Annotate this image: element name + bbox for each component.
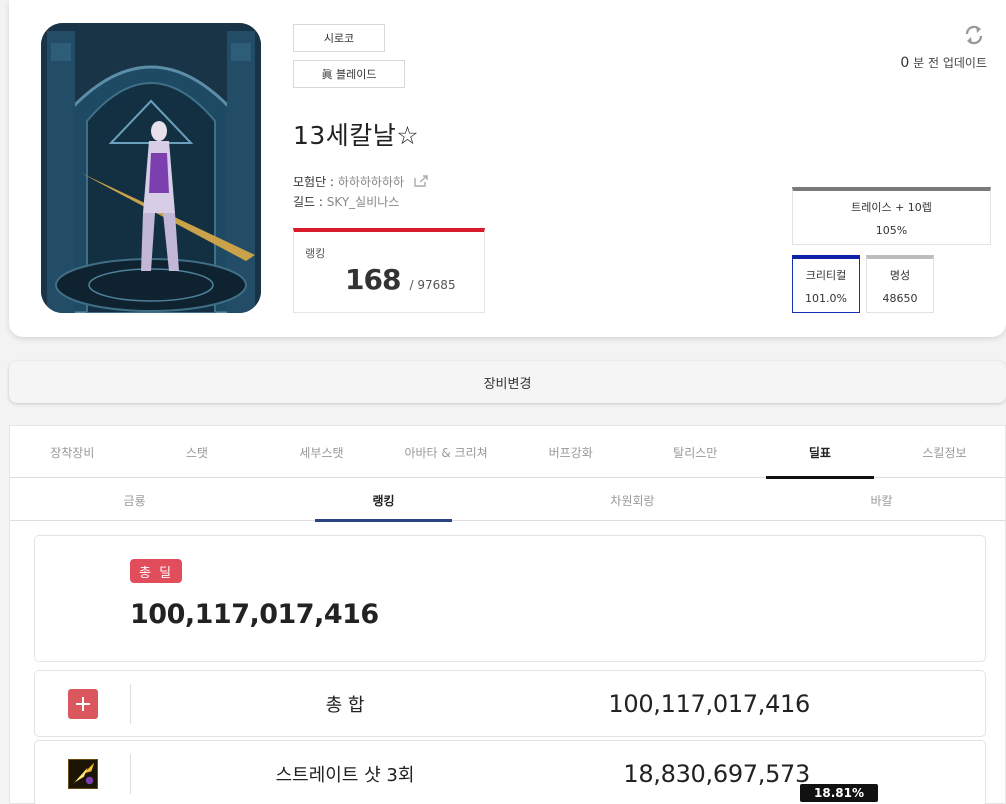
expand-plus-icon[interactable] [67,688,98,719]
subtab-ranking[interactable]: 랭킹 [259,479,508,522]
damage-percent-badge: 18.81% [800,784,878,802]
total-damage-card: 총 딜 100,117,017,416 [34,535,986,662]
tab-equipment[interactable]: 장착장비 [10,426,135,478]
tab-talisman[interactable]: 탈리스만 [633,426,758,478]
row-name: 스트레이트 샷 3회 [275,764,415,786]
ranking-label: 랭킹 [305,247,326,260]
character-profile-card: 시로코 眞 블레이드 13세칼날☆ 모험단 : 하하하하하하 길드 : SKY_… [9,0,1006,337]
adventure-value[interactable]: 하하하하하하 [338,175,404,189]
tab-buff-enhance[interactable]: 버프강화 [508,426,633,478]
critical-stat-box: 크리티컬 101.0% [792,255,860,313]
sub-tab-bar: 금룡 랭킹 차원회랑 바칼 [10,479,1006,522]
external-link-icon[interactable] [414,175,428,187]
row-divider [130,754,131,794]
update-time: 0 분 전 업데이트 [900,54,987,71]
guild-label: 길드 : [293,195,323,209]
tab-stats[interactable]: 스탯 [135,426,260,478]
ranking-number: 168 [345,263,401,296]
tab-detail-stats[interactable]: 세부스탯 [259,426,384,478]
row-icon-cell [35,671,130,736]
row-value: 100,117,017,416 [608,689,810,718]
row-value: 18,830,697,573 [623,759,810,788]
trace-stat-box: 트레이스 + 10렙 105% [792,187,991,245]
character-image [41,23,261,313]
refresh-icon[interactable] [962,23,986,47]
tab-avatar-creature[interactable]: 아바타 & 크리쳐 [384,426,509,478]
tab-damage-table[interactable]: 딜표 [758,426,883,479]
adventure-label: 모험단 : [293,175,334,189]
server-tag: 시로코 [293,24,385,52]
main-tab-bar: 장착장비 스탯 세부스탯 아바타 & 크리쳐 버프강화 탈리스만 딜표 스킬정보 [10,426,1006,479]
critical-stat-title: 크리티컬 [805,269,847,282]
ranking-value: 168 / 97685 [345,263,456,296]
adventure-info: 모험단 : 하하하하하하 [293,173,428,190]
subtab-bakal[interactable]: 바칼 [757,479,1006,521]
skill-straight-shot-icon [67,758,98,789]
fame-stat-title: 명성 [889,269,911,282]
damage-row-sum: 총 합 100,117,017,416 [34,670,986,737]
critical-stat-value: 101.0% [805,292,847,305]
total-damage-value: 100,117,017,416 [130,599,379,630]
ranking-box: 랭킹 168 / 97685 [293,228,485,313]
subtab-geumryong[interactable]: 금룡 [10,479,259,521]
update-minutes: 0 [900,55,910,71]
damage-row-skill: 스트레이트 샷 3회 18,830,697,573 18.81% [34,740,986,804]
fame-stat-value: 48650 [882,292,918,305]
character-name: 13세칼날☆ [293,121,420,150]
row-icon-cell [35,741,130,804]
ranking-total: / 97685 [409,278,456,292]
total-damage-badge: 총 딜 [130,559,183,583]
row-name: 총 합 [325,694,365,716]
trace-stat-value: 105% [875,224,908,237]
guild-value: SKY_실비나스 [326,195,400,209]
job-tag: 眞 블레이드 [293,60,405,88]
equip-change-button[interactable]: 장비변경 [9,361,1006,403]
update-suffix: 분 전 업데이트 [913,56,987,70]
tab-skill-info[interactable]: 스킬정보 [882,426,1006,478]
trace-stat-title: 트레이스 + 10렙 [851,201,932,214]
subtab-dimension-corridor[interactable]: 차원회랑 [508,479,757,521]
fame-stat-box: 명성 48650 [866,255,934,313]
guild-info: 길드 : SKY_실비나스 [293,193,399,210]
content-panel: 장착장비 스탯 세부스탯 아바타 & 크리쳐 버프강화 탈리스만 딜표 스킬정보… [9,425,1006,804]
row-divider [130,684,131,724]
